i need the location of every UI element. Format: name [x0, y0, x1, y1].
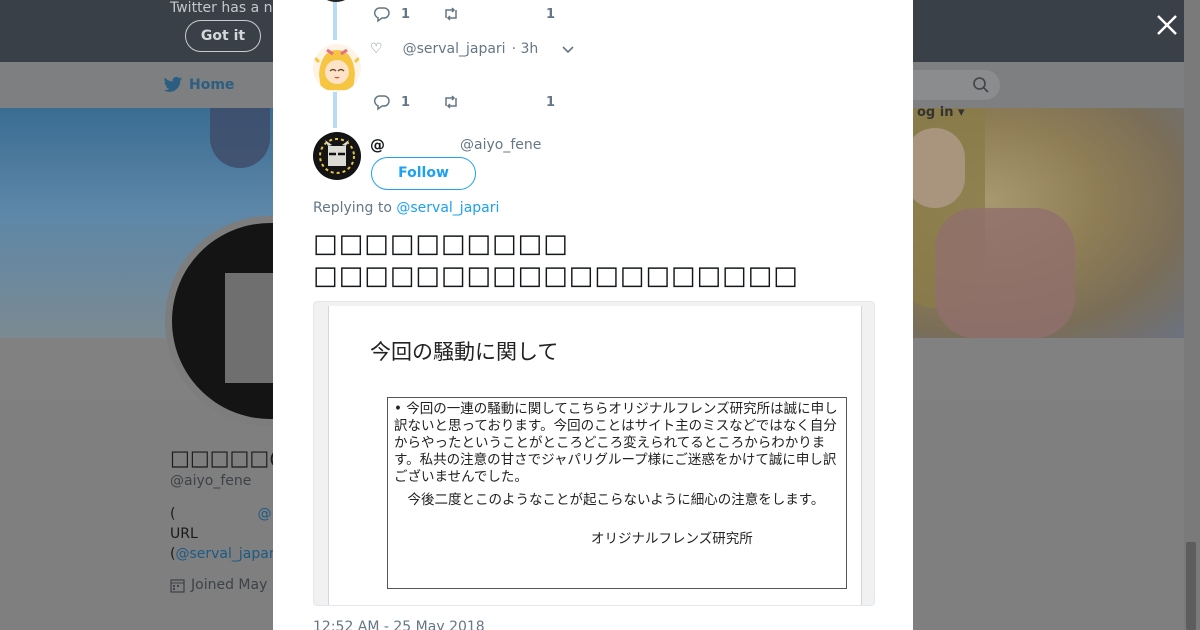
- bio-text: (: [170, 506, 176, 522]
- heart-glyph: ♡: [370, 41, 383, 57]
- profile-handle: @aiyo_fene: [170, 473, 252, 489]
- retweet-icon: [445, 95, 457, 109]
- avatar-image: [314, 133, 360, 179]
- got-it-button[interactable]: Got it: [185, 20, 261, 52]
- banner-art-character: [895, 108, 1184, 338]
- document-paragraph: • 今回の一連の騒動に関してこちらオリジナルフレンズ研究所は誠に申し訳ないと思っ…: [394, 401, 838, 485]
- document-paragraph: 今後二度とこのようなことが起こらないように細心の注意をします。: [407, 492, 825, 508]
- tweet-text-line: □□□□□□□□□□: [313, 229, 569, 259]
- retweet-action[interactable]: [442, 93, 460, 111]
- search-icon[interactable]: [972, 76, 990, 94]
- apology-document: 今回の騒動に関して • 今回の一連の騒動に関してこちらオリジナルフレンズ研究所は…: [328, 306, 862, 605]
- retweet-icon: [445, 7, 457, 21]
- document-title: 今回の騒動に関して: [370, 340, 559, 364]
- like-count: 1: [546, 6, 556, 22]
- document-signature: オリジナルフレンズ研究所: [591, 531, 753, 547]
- reply-handle[interactable]: @serval_japari: [403, 41, 506, 57]
- follow-button[interactable]: Follow: [371, 157, 476, 190]
- bio-mention-link[interactable]: @serval_japar: [175, 546, 274, 562]
- tweet-timestamp[interactable]: 12:52 AM - 25 May 2018: [313, 619, 485, 630]
- reply-count: 1: [401, 6, 411, 22]
- tweet-author-handle[interactable]: @aiyo_fene: [460, 137, 541, 153]
- like-count: 1: [546, 94, 556, 110]
- close-icon[interactable]: [1154, 12, 1180, 38]
- twitter-bird-icon: [163, 76, 183, 92]
- bio-text: URL: [170, 526, 198, 542]
- reply-header: ♡ @serval_japari · 3h: [370, 41, 538, 57]
- nav-home-label: Home: [189, 77, 235, 93]
- replying-prefix: Replying to: [313, 200, 397, 216]
- reply-actions: 1 1: [373, 5, 555, 23]
- profile-joined: Joined May: [170, 577, 267, 593]
- reply-icon: [373, 7, 390, 23]
- like-action[interactable]: 1: [546, 95, 555, 110]
- like-action[interactable]: 1: [546, 7, 555, 22]
- chevron-down-icon[interactable]: [561, 43, 575, 57]
- bio-link[interactable]: @: [257, 506, 271, 522]
- replying-mention-link[interactable]: @serval_japari: [396, 200, 499, 216]
- reply-actions: 1 1: [373, 93, 555, 111]
- previous-avatar: [318, 0, 354, 2]
- tweet-text-line: □□□□□□□□□□□□□□□□□□□: [313, 261, 799, 291]
- tweet-author-avatar[interactable]: [313, 132, 361, 180]
- scrollbar[interactable]: [1184, 0, 1200, 630]
- notice-text: Twitter has a n: [170, 0, 273, 16]
- tweet-media-image[interactable]: 今回の騒動に関して • 今回の一連の騒動に関してこちらオリジナルフレンズ研究所は…: [313, 301, 875, 606]
- replying-to: Replying to @serval_japari: [313, 200, 499, 216]
- reply-count: 1: [401, 94, 411, 110]
- scrollbar-thumb[interactable]: [1186, 542, 1196, 630]
- calendar-icon: [170, 578, 185, 593]
- profile-bio: (@ URL (@serval_japar: [170, 504, 275, 564]
- reply-time[interactable]: · 3h: [512, 41, 539, 57]
- reply-action[interactable]: 1: [373, 93, 410, 111]
- retweet-action[interactable]: [442, 5, 460, 23]
- tweet-modal: 1 1 ♡ @serval_japari · 3h 1 1 @ @aiyo_fe…: [273, 0, 913, 630]
- reply-icon: [373, 95, 390, 111]
- login-link[interactable]: og in ▾: [917, 105, 965, 120]
- tweet-text: □□□□□□□□□□ □□□□□□□□□□□□□□□□□□□: [313, 228, 799, 292]
- joined-text: Joined May: [191, 577, 268, 593]
- tweet-author-name[interactable]: @: [370, 136, 385, 154]
- avatar-image: [313, 44, 361, 92]
- document-body-box: • 今回の一連の騒動に関してこちらオリジナルフレンズ研究所は誠に申し訳ないと思っ…: [387, 397, 847, 589]
- reply-action[interactable]: 1: [373, 5, 410, 23]
- nav-home-link[interactable]: Home: [163, 76, 234, 94]
- reply-avatar[interactable]: [313, 44, 361, 92]
- banner-art: [210, 108, 270, 168]
